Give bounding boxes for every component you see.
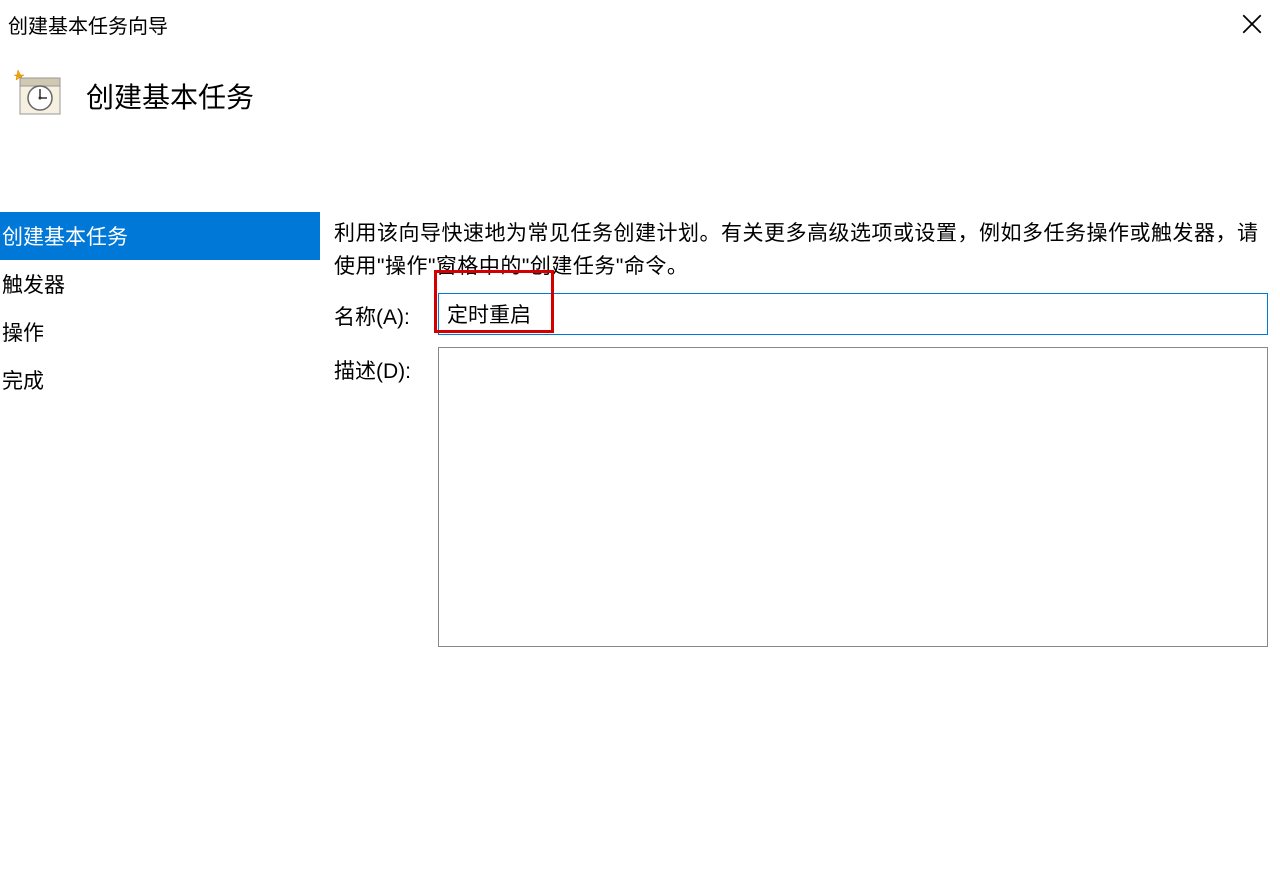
window-title: 创建基本任务向导 [8, 10, 168, 39]
wizard-description: 利用该向导快速地为常见任务创建计划。有关更多高级选项或设置，例如多任务操作或触发… [334, 218, 1268, 283]
description-textarea[interactable] [438, 347, 1268, 647]
content-area: 创建基本任务 触发器 操作 完成 利用该向导快速地为常见任务创建计划。有关更多高… [0, 208, 1280, 885]
description-field-row: 描述(D): [334, 347, 1268, 647]
wizard-heading: 创建基本任务 [86, 76, 254, 116]
sidebar-item-create-basic-task[interactable]: 创建基本任务 [0, 212, 320, 260]
wizard-steps-sidebar: 创建基本任务 触发器 操作 完成 [0, 208, 320, 885]
task-scheduler-icon [12, 68, 62, 118]
name-field-row: 名称(A): [334, 293, 1268, 335]
name-input-wrapper [438, 293, 1268, 335]
description-label: 描述(D): [334, 347, 438, 385]
titlebar: 创建基本任务向导 [0, 0, 1280, 48]
sidebar-item-action[interactable]: 操作 [0, 308, 320, 356]
main-panel: 利用该向导快速地为常见任务创建计划。有关更多高级选项或设置，例如多任务操作或触发… [320, 208, 1280, 885]
name-input[interactable] [438, 293, 1268, 335]
sidebar-item-finish[interactable]: 完成 [0, 356, 320, 404]
sidebar-item-trigger[interactable]: 触发器 [0, 260, 320, 308]
close-icon[interactable] [1236, 8, 1268, 40]
wizard-header: 创建基本任务 [0, 48, 1280, 208]
name-label: 名称(A): [334, 293, 438, 331]
